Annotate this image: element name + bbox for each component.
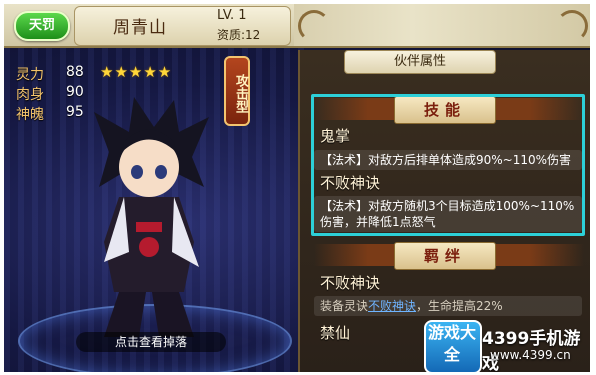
bond-desc-suffix: ，生命提高22%	[416, 299, 503, 313]
bond-desc-link[interactable]: 不败神诀	[368, 299, 416, 313]
bonds-header: 羁绊	[314, 242, 584, 270]
stat-label-roushen: 肉身	[16, 87, 44, 103]
game-screen: 天罚 周青山 LV. 1 资质:12 灵力 88 肉身 90 神魄 95 ★★★…	[4, 4, 590, 372]
bond-desc-1: 装备灵诀不败神诀，生命提高22%	[314, 296, 582, 316]
bonds-header-label: 羁绊	[394, 242, 496, 270]
top-bar-ornament	[294, 4, 590, 46]
tab-partner-attributes[interactable]: 伙伴属性	[344, 50, 496, 74]
name-plate: 周青山 LV. 1 资质:12	[74, 6, 291, 46]
watermark-logo-text: 游戏大全	[427, 323, 476, 364]
scroll-ornament-icon	[556, 10, 588, 42]
bond-name-2: 禁仙	[320, 324, 351, 342]
bond-name-1: 不败神诀	[320, 274, 381, 292]
screenshot-frame: 天罚 周青山 LV. 1 资质:12 灵力 88 肉身 90 神魄 95 ★★★…	[0, 0, 596, 375]
top-bar: 天罚 周青山 LV. 1 资质:12	[4, 4, 590, 48]
skills-highlight-box	[311, 94, 585, 236]
bond-desc-prefix: 装备灵诀	[320, 299, 369, 313]
level-text: LV. 1	[217, 8, 247, 23]
watermark-url: www.4399.cn	[490, 348, 571, 362]
stat-label-shenpo: 神魄	[16, 107, 44, 123]
aptitude-text: 资质:12	[217, 28, 261, 42]
faction-badge[interactable]: 天罚	[14, 11, 70, 41]
star-rating: ★★★★★	[100, 63, 173, 81]
view-drops-button[interactable]: 点击查看掉落	[76, 332, 226, 352]
stat-value-lingli: 88	[66, 64, 84, 80]
stat-label-lingli: 灵力	[16, 67, 44, 83]
scroll-ornament-icon	[298, 10, 330, 42]
attack-type-tag: 攻击型	[224, 56, 250, 126]
hero-name: 周青山	[113, 18, 167, 38]
character-sprite	[94, 97, 209, 337]
